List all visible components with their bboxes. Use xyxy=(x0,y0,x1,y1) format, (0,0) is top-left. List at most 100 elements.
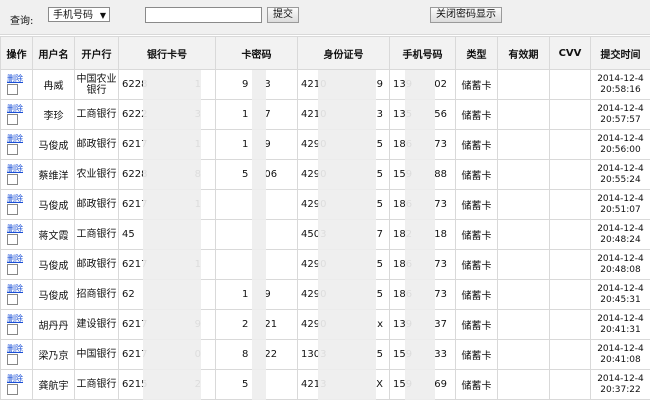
submit-date: 2014-12-4 xyxy=(597,163,644,174)
query-field-value: 手机号码 xyxy=(53,10,93,21)
bank-cell: 邮政银行 xyxy=(74,189,119,220)
phone-suffix: 88 xyxy=(434,169,447,180)
submit-button[interactable]: 提交 xyxy=(267,7,299,23)
username-cell: 马俊成 xyxy=(32,129,75,160)
username-cell: 冉威 xyxy=(32,69,75,100)
row-select-checkbox[interactable] xyxy=(7,294,18,305)
submit-clock: 20:56:00 xyxy=(600,144,641,155)
type-cell: 储蓄卡 xyxy=(455,129,498,160)
action-cell: 删除 xyxy=(0,309,33,340)
type-cell: 储蓄卡 xyxy=(455,189,498,220)
expiry-cell xyxy=(497,279,550,310)
delete-link[interactable]: 删除 xyxy=(7,194,32,203)
card-number-prefix: 45 xyxy=(122,229,135,240)
delete-link[interactable]: 删除 xyxy=(7,314,32,323)
cvv-cell xyxy=(549,69,591,100)
submit-date: 2014-12-4 xyxy=(597,193,644,204)
col-header-card-number: 银行卡号 xyxy=(118,36,216,70)
cvv-cell xyxy=(549,279,591,310)
delete-link[interactable]: 删除 xyxy=(7,254,32,263)
action-cell: 删除 xyxy=(0,249,33,280)
action-cell: 删除 xyxy=(0,99,33,130)
submit-date: 2014-12-4 xyxy=(597,373,644,384)
submit-clock: 20:55:24 xyxy=(600,174,641,185)
submit-time-cell: 2014-12-4 20:41:31 xyxy=(590,309,650,340)
bank-cell: 中国农业银行 xyxy=(74,69,119,100)
username-cell: 梁乃京 xyxy=(32,339,75,370)
expiry-cell xyxy=(497,69,550,100)
close-password-display-button[interactable]: 关闭密码显示 xyxy=(430,7,502,23)
bank-cell: 中国银行 xyxy=(74,339,119,370)
type-cell: 储蓄卡 xyxy=(455,309,498,340)
submit-date: 2014-12-4 xyxy=(597,103,644,114)
expiry-cell xyxy=(497,219,550,250)
row-select-checkbox[interactable] xyxy=(7,204,18,215)
username-cell: 蔡维洋 xyxy=(32,159,75,190)
submit-clock: 20:58:16 xyxy=(600,84,641,95)
type-cell: 储蓄卡 xyxy=(455,99,498,130)
cvv-cell xyxy=(549,249,591,280)
row-select-checkbox[interactable] xyxy=(7,324,18,335)
bank-cell: 工商银行 xyxy=(74,369,119,400)
expiry-cell xyxy=(497,189,550,220)
id-number-suffix: 5 xyxy=(376,289,383,300)
expiry-cell xyxy=(497,129,550,160)
submit-date: 2014-12-4 xyxy=(597,343,644,354)
row-select-checkbox[interactable] xyxy=(7,144,18,155)
col-header-cvv: CVV xyxy=(549,36,591,70)
delete-link[interactable]: 删除 xyxy=(7,74,32,83)
username-cell: 胡丹丹 xyxy=(32,309,75,340)
row-select-checkbox[interactable] xyxy=(7,264,18,275)
submit-time-cell: 2014-12-4 20:58:16 xyxy=(590,69,650,100)
id-number-suffix: 5 xyxy=(376,169,383,180)
type-cell: 储蓄卡 xyxy=(455,159,498,190)
submit-clock: 20:48:24 xyxy=(600,234,641,245)
submit-time-cell: 2014-12-4 20:48:24 xyxy=(590,219,650,250)
id-number-suffix: 5 xyxy=(376,349,383,360)
phone-suffix: 73 xyxy=(434,259,447,270)
submit-clock: 20:51:07 xyxy=(600,204,641,215)
type-cell: 储蓄卡 xyxy=(455,219,498,250)
phone-suffix: 02 xyxy=(434,79,447,90)
col-header-phone: 手机号码 xyxy=(389,36,456,70)
bank-cell: 农业银行 xyxy=(74,159,119,190)
submit-date: 2014-12-4 xyxy=(597,223,644,234)
cvv-cell xyxy=(549,189,591,220)
submit-time-cell: 2014-12-4 20:55:24 xyxy=(590,159,650,190)
row-select-checkbox[interactable] xyxy=(7,384,18,395)
col-header-bank: 开户行 xyxy=(74,36,119,70)
delete-link[interactable]: 删除 xyxy=(7,224,32,233)
phone-suffix: 73 xyxy=(434,139,447,150)
search-input[interactable] xyxy=(145,7,262,23)
delete-link[interactable]: 删除 xyxy=(7,284,32,293)
id-number-suffix: 5 xyxy=(376,199,383,210)
query-field-select[interactable]: 手机号码 ▼ xyxy=(48,7,110,22)
submit-clock: 20:57:57 xyxy=(600,114,641,125)
row-select-checkbox[interactable] xyxy=(7,354,18,365)
redaction-blur-password xyxy=(252,70,266,400)
delete-link[interactable]: 删除 xyxy=(7,164,32,173)
id-number-suffix: x xyxy=(377,319,383,330)
id-number-suffix: 7 xyxy=(376,229,383,240)
expiry-cell xyxy=(497,159,550,190)
username-cell: 李珍 xyxy=(32,99,75,130)
delete-link[interactable]: 删除 xyxy=(7,374,32,383)
username-cell: 马俊成 xyxy=(32,279,75,310)
submit-time-cell: 2014-12-4 20:48:08 xyxy=(590,249,650,280)
redaction-blur-id xyxy=(318,70,376,400)
cvv-cell xyxy=(549,339,591,370)
delete-link[interactable]: 删除 xyxy=(7,344,32,353)
row-select-checkbox[interactable] xyxy=(7,114,18,125)
id-number-suffix: 3 xyxy=(376,109,383,120)
id-number-suffix: 5 xyxy=(376,259,383,270)
submit-time-cell: 2014-12-4 20:45:31 xyxy=(590,279,650,310)
bank-cell: 邮政银行 xyxy=(74,249,119,280)
row-select-checkbox[interactable] xyxy=(7,84,18,95)
phone-suffix: 33 xyxy=(434,349,447,360)
submit-date: 2014-12-4 xyxy=(597,73,644,84)
row-select-checkbox[interactable] xyxy=(7,174,18,185)
submit-date: 2014-12-4 xyxy=(597,253,644,264)
delete-link[interactable]: 删除 xyxy=(7,134,32,143)
row-select-checkbox[interactable] xyxy=(7,234,18,245)
delete-link[interactable]: 删除 xyxy=(7,104,32,113)
